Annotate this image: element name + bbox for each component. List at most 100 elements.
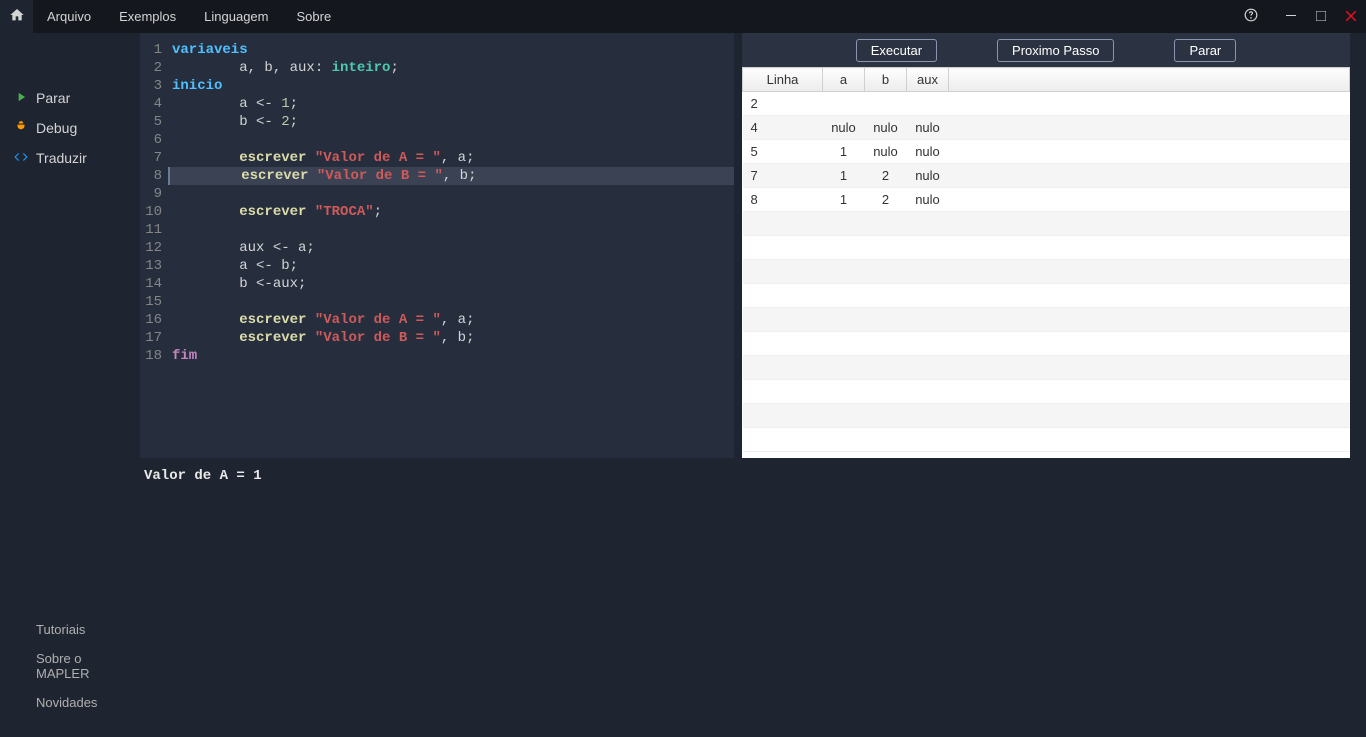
table-row[interactable]: 51nulonulo <box>743 140 1350 164</box>
editor-code-area[interactable]: variaveis a, b, aux: inteiro;inicio a <-… <box>168 33 734 458</box>
sidebar-top: Parar Debug Traduzir <box>0 83 140 173</box>
proximo-passo-button[interactable]: Proximo Passo <box>997 39 1114 62</box>
home-button[interactable] <box>0 0 33 33</box>
editor-gutter: 123456789101112131415161718 <box>140 33 168 458</box>
line-number: 7 <box>140 149 162 167</box>
col-header-a: a <box>823 68 865 92</box>
table-cell: 7 <box>743 164 823 188</box>
menu-linguagem[interactable]: Linguagem <box>190 0 282 33</box>
table-row <box>743 236 1350 260</box>
parar-button[interactable]: Parar <box>1174 39 1236 62</box>
table-row[interactable]: 812nulo <box>743 188 1350 212</box>
code-line[interactable]: b <-aux; <box>172 275 734 293</box>
table-cell: 2 <box>865 164 907 188</box>
line-number: 6 <box>140 131 162 149</box>
table-cell: 1 <box>823 164 865 188</box>
maximize-button[interactable] <box>1306 0 1336 33</box>
content: 123456789101112131415161718 variaveis a,… <box>140 33 1366 737</box>
col-header-linha: Linha <box>743 68 823 92</box>
debug-table-wrap[interactable]: Linha a b aux 24nulonulonulo51nulonulo71… <box>742 67 1350 458</box>
code-line[interactable]: variaveis <box>172 41 734 59</box>
table-row[interactable]: 2 <box>743 92 1350 116</box>
table-cell: nulo <box>865 116 907 140</box>
sidebar-item-parar[interactable]: Parar <box>0 83 140 113</box>
table-row <box>743 332 1350 356</box>
table-cell: nulo <box>907 140 949 164</box>
code-line[interactable]: aux <- a; <box>172 239 734 257</box>
sidebar-item-debug[interactable]: Debug <box>0 113 140 143</box>
code-line[interactable] <box>172 293 734 311</box>
close-icon <box>1346 9 1356 24</box>
code-editor[interactable]: 123456789101112131415161718 variaveis a,… <box>140 33 734 458</box>
code-line[interactable] <box>172 221 734 239</box>
sidebar-item-traduzir[interactable]: Traduzir <box>0 143 140 173</box>
sidebar-item-novidades[interactable]: Novidades <box>0 688 140 717</box>
col-header-aux: aux <box>907 68 949 92</box>
output-console[interactable]: Valor de A = 1 <box>140 458 1366 737</box>
sidebar-label-parar: Parar <box>36 90 70 106</box>
sidebar-item-tutoriais[interactable]: Tutoriais <box>0 615 140 644</box>
code-line[interactable]: escrever "Valor de B = ", b; <box>172 329 734 347</box>
sidebar: Parar Debug Traduzir Tutoriais Sobre o M… <box>0 33 140 737</box>
executar-button[interactable]: Executar <box>856 39 937 62</box>
sidebar-item-sobre-mapler[interactable]: Sobre o MAPLER <box>0 644 140 688</box>
line-number: 17 <box>140 329 162 347</box>
line-number: 12 <box>140 239 162 257</box>
table-cell <box>823 92 865 116</box>
table-row <box>743 404 1350 428</box>
line-number: 15 <box>140 293 162 311</box>
line-number: 16 <box>140 311 162 329</box>
table-cell: 8 <box>743 188 823 212</box>
line-number: 18 <box>140 347 162 365</box>
line-number: 3 <box>140 77 162 95</box>
line-number: 4 <box>140 95 162 113</box>
table-cell: 2 <box>743 92 823 116</box>
code-line[interactable]: escrever "TROCA"; <box>172 203 734 221</box>
code-line[interactable]: a <- b; <box>172 257 734 275</box>
code-line[interactable]: escrever "Valor de B = ", b; <box>168 167 734 185</box>
line-number: 5 <box>140 113 162 131</box>
debug-table: Linha a b aux 24nulonulonulo51nulonulo71… <box>742 67 1350 452</box>
code-line[interactable]: fim <box>172 347 734 365</box>
table-cell: nulo <box>823 116 865 140</box>
help-icon <box>1244 8 1258 25</box>
menu-exemplos[interactable]: Exemplos <box>105 0 190 33</box>
line-number: 1 <box>140 41 162 59</box>
table-cell: nulo <box>907 164 949 188</box>
debug-table-header-row: Linha a b aux <box>743 68 1350 92</box>
code-line[interactable]: a, b, aux: inteiro; <box>172 59 734 77</box>
table-row[interactable]: 712nulo <box>743 164 1350 188</box>
table-row[interactable]: 4nulonulonulo <box>743 116 1350 140</box>
menu-arquivo[interactable]: Arquivo <box>33 0 105 33</box>
code-line[interactable]: escrever "Valor de A = ", a; <box>172 149 734 167</box>
table-row <box>743 284 1350 308</box>
table-row <box>743 428 1350 452</box>
maximize-icon <box>1316 9 1326 24</box>
code-line[interactable]: inicio <box>172 77 734 95</box>
debug-toolbar: Executar Proximo Passo Parar <box>742 33 1350 67</box>
line-number: 14 <box>140 275 162 293</box>
sidebar-label-debug: Debug <box>36 120 77 136</box>
help-button[interactable] <box>1236 0 1266 33</box>
minimize-button[interactable] <box>1276 0 1306 33</box>
upper-panels: 123456789101112131415161718 variaveis a,… <box>140 33 1366 458</box>
code-line[interactable] <box>172 131 734 149</box>
col-header-b: b <box>865 68 907 92</box>
table-cell: 4 <box>743 116 823 140</box>
table-row <box>743 260 1350 284</box>
table-cell: 5 <box>743 140 823 164</box>
table-row <box>743 212 1350 236</box>
line-number: 13 <box>140 257 162 275</box>
sidebar-bottom: Tutoriais Sobre o MAPLER Novidades <box>0 615 140 717</box>
code-line[interactable]: escrever "Valor de A = ", a; <box>172 311 734 329</box>
code-line[interactable]: b <- 2; <box>172 113 734 131</box>
console-line: Valor de A = 1 <box>144 468 1362 484</box>
line-number: 11 <box>140 221 162 239</box>
code-line[interactable] <box>172 185 734 203</box>
menu-sobre[interactable]: Sobre <box>282 0 345 33</box>
close-button[interactable] <box>1336 0 1366 33</box>
minimize-icon <box>1286 9 1296 24</box>
table-row <box>743 356 1350 380</box>
main-area: Parar Debug Traduzir Tutoriais Sobre o M… <box>0 33 1366 737</box>
code-line[interactable]: a <- 1; <box>172 95 734 113</box>
